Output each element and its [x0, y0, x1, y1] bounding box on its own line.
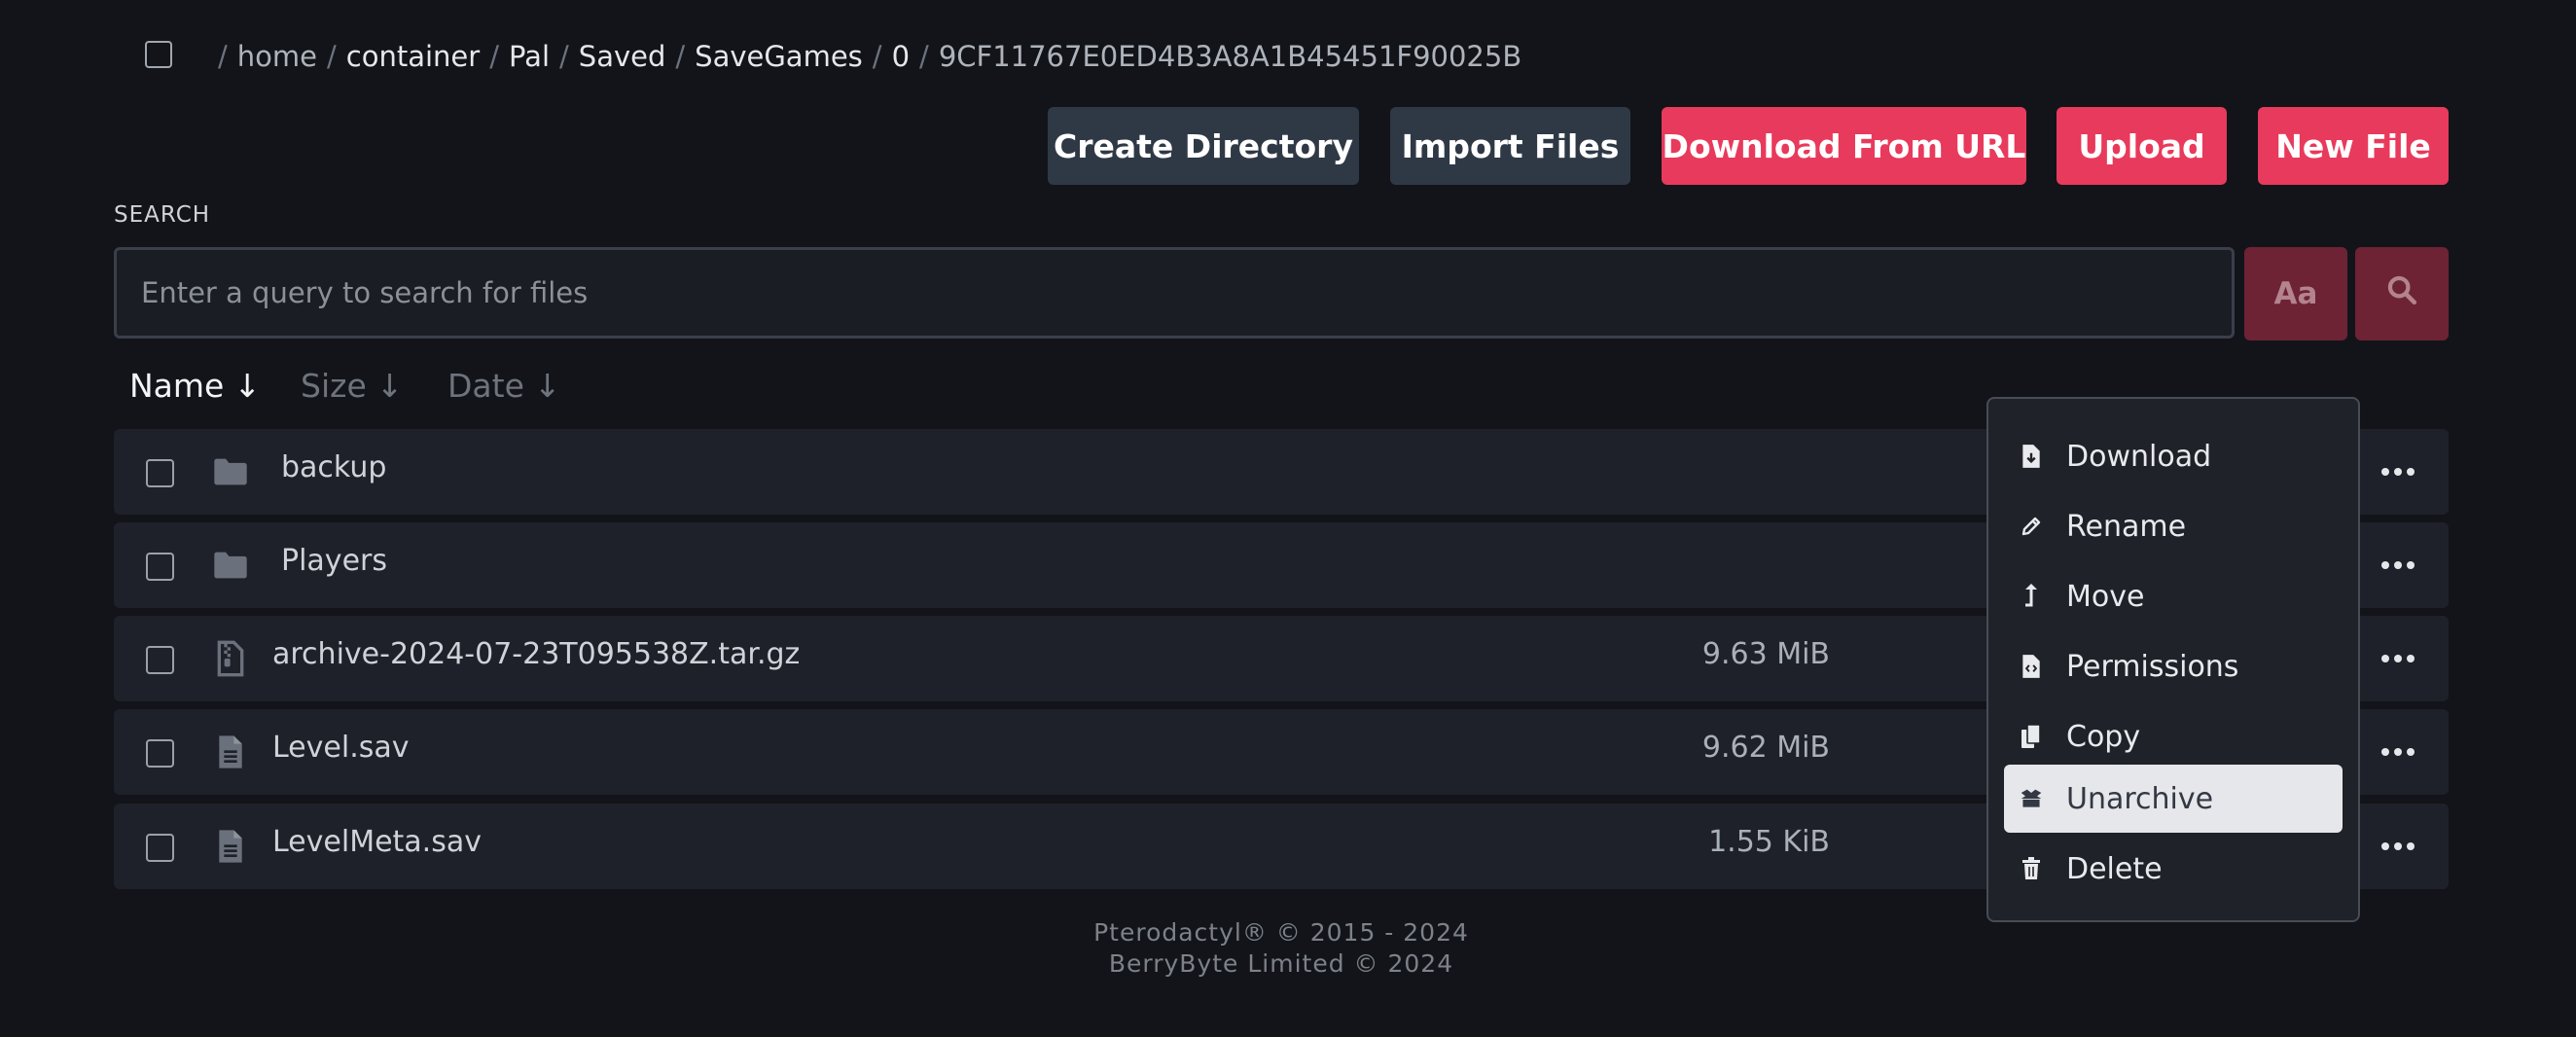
- file-size: 9.63 MiB: [1701, 637, 1830, 671]
- file-name[interactable]: Level.sav: [272, 731, 410, 765]
- file-text-icon: [211, 827, 250, 866]
- file-name[interactable]: backup: [281, 450, 386, 484]
- menu-item-rename[interactable]: Rename: [2004, 492, 2343, 560]
- dot: [2394, 468, 2402, 476]
- breadcrumb-separator: /: [489, 40, 499, 73]
- dot: [2407, 748, 2415, 756]
- breadcrumb-separator: /: [218, 40, 228, 73]
- menu-item-label: Download: [2066, 439, 2212, 474]
- create-directory-button[interactable]: Create Directory: [1048, 107, 1359, 185]
- file-size: 1.55 KiB: [1708, 825, 1830, 859]
- search-icon: [2385, 273, 2418, 314]
- menu-item-label: Unarchive: [2066, 781, 2214, 816]
- breadcrumb: / home / container / Pal / Saved / SaveG…: [208, 35, 1521, 78]
- breadcrumb-separator: /: [559, 40, 569, 73]
- dot: [2381, 748, 2389, 756]
- case-sensitive-toggle[interactable]: Aa: [2244, 247, 2347, 340]
- breadcrumb-separator: /: [872, 40, 882, 73]
- breadcrumb-separator: /: [675, 40, 686, 73]
- breadcrumb-home[interactable]: home: [237, 40, 317, 73]
- menu-item-label: Move: [2066, 579, 2145, 614]
- menu-item-label: Permissions: [2066, 649, 2239, 684]
- dot: [2381, 468, 2389, 476]
- menu-item-delete[interactable]: Delete: [2004, 835, 2343, 903]
- search-input[interactable]: [141, 276, 2232, 309]
- search-field: [114, 247, 2235, 339]
- dot: [2394, 748, 2402, 756]
- folder-icon: [211, 546, 250, 585]
- dot: [2407, 468, 2415, 476]
- download-from-url-button[interactable]: Download From URL: [1662, 107, 2026, 185]
- breadcrumb-separator: /: [327, 40, 337, 73]
- row-actions-button[interactable]: [2377, 452, 2419, 491]
- menu-item-copy[interactable]: Copy: [2004, 702, 2343, 770]
- sort-size-label: Size: [301, 366, 367, 405]
- row-checkbox[interactable]: [146, 646, 174, 674]
- import-files-button[interactable]: Import Files: [1390, 107, 1630, 185]
- row-checkbox[interactable]: [146, 459, 174, 487]
- box-open-icon: [2020, 785, 2043, 812]
- arrow-down-icon: ↓: [233, 366, 262, 405]
- select-all-checkbox[interactable]: [145, 41, 172, 68]
- sort-by-date[interactable]: Date ↓: [447, 364, 561, 407]
- file-size: 9.62 MiB: [1701, 731, 1830, 765]
- new-file-button[interactable]: New File: [2258, 107, 2449, 185]
- sort-name-label: Name: [129, 366, 225, 405]
- arrow-down-icon: ↓: [376, 366, 404, 405]
- breadcrumb-separator: /: [919, 40, 929, 73]
- dot: [2394, 561, 2402, 569]
- menu-item-unarchive[interactable]: Unarchive: [2004, 765, 2343, 833]
- breadcrumb-0[interactable]: 0: [892, 40, 910, 73]
- file-download-icon: [2020, 443, 2043, 470]
- menu-item-download[interactable]: Download: [2004, 422, 2343, 490]
- menu-item-label: Rename: [2066, 509, 2187, 544]
- sort-by-size[interactable]: Size ↓: [301, 364, 403, 407]
- file-code-icon: [2020, 653, 2043, 680]
- dot: [2394, 842, 2402, 850]
- row-checkbox[interactable]: [146, 834, 174, 862]
- dot: [2381, 561, 2389, 569]
- breadcrumb-current: 9CF11767E0ED4B3A8A1B45451F90025B: [938, 40, 1522, 73]
- row-actions-button[interactable]: [2377, 827, 2419, 866]
- menu-item-label: Copy: [2066, 719, 2141, 754]
- dot: [2381, 655, 2389, 662]
- footer-copyright: Pterodactyl® © 2015 - 2024: [1093, 918, 1469, 947]
- upload-button[interactable]: Upload: [2057, 107, 2227, 185]
- trash-icon: [2020, 855, 2043, 882]
- row-checkbox[interactable]: [146, 739, 174, 768]
- dot: [2407, 561, 2415, 569]
- dot: [2407, 655, 2415, 662]
- dot: [2394, 655, 2402, 662]
- file-name[interactable]: LevelMeta.sav: [272, 825, 482, 859]
- sort-by-name[interactable]: Name ↓: [129, 364, 261, 407]
- breadcrumb-saved[interactable]: Saved: [579, 40, 666, 73]
- file-name[interactable]: archive-2024-07-23T095538Z.tar.gz: [272, 637, 800, 671]
- dot: [2381, 842, 2389, 850]
- file-context-menu: Download Rename Move Permissions Copy Un…: [1986, 397, 2360, 922]
- breadcrumb-savegames[interactable]: SaveGames: [695, 40, 863, 73]
- search-button[interactable]: [2355, 247, 2449, 340]
- search-label: SEARCH: [114, 202, 211, 228]
- row-checkbox[interactable]: [146, 553, 174, 581]
- file-name[interactable]: Players: [281, 544, 387, 578]
- breadcrumb-pal[interactable]: Pal: [509, 40, 550, 73]
- pencil-icon: [2020, 513, 2043, 540]
- menu-item-move[interactable]: Move: [2004, 562, 2343, 630]
- dot: [2407, 842, 2415, 850]
- file-text-icon: [211, 733, 250, 771]
- copy-icon: [2020, 723, 2043, 750]
- menu-item-label: Delete: [2066, 851, 2163, 886]
- breadcrumb-container[interactable]: container: [346, 40, 480, 73]
- row-actions-button[interactable]: [2377, 639, 2419, 678]
- sort-date-label: Date: [447, 366, 524, 405]
- archive-file-icon: [211, 639, 250, 678]
- row-actions-button[interactable]: [2377, 546, 2419, 585]
- folder-icon: [211, 452, 250, 491]
- row-actions-button[interactable]: [2377, 733, 2419, 771]
- arrow-down-icon: ↓: [533, 366, 561, 405]
- footer-company: BerryByte Limited © 2024: [1108, 949, 1454, 978]
- menu-item-permissions[interactable]: Permissions: [2004, 632, 2343, 700]
- level-up-icon: [2020, 583, 2043, 610]
